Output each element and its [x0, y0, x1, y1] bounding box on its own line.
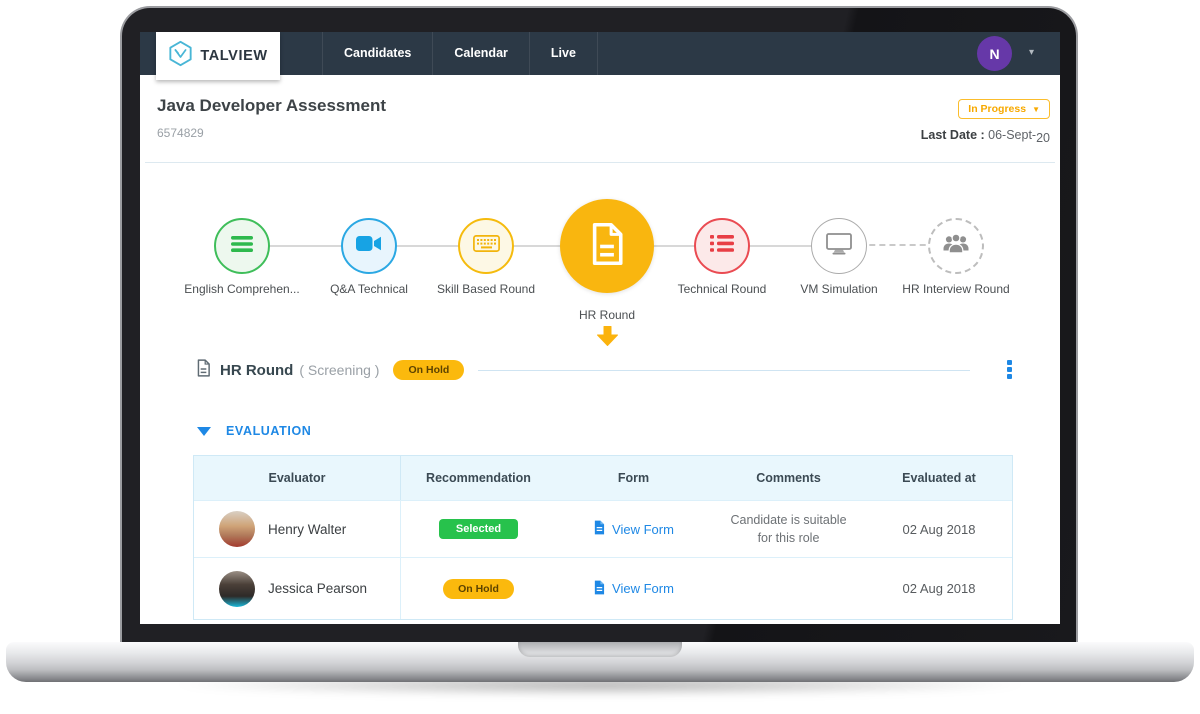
last-date-label: Last Date :	[921, 128, 985, 142]
round-title: HR Round	[220, 362, 293, 379]
last-date-value: 06-Sept-	[988, 128, 1036, 142]
step-label: Technical Round	[657, 282, 787, 296]
brand-name: TALVIEW	[200, 48, 267, 64]
evaluation-section-toggle[interactable]: EVALUATION	[197, 424, 311, 438]
nav-tabs: Candidates Calendar Live	[322, 32, 598, 75]
laptop-mockup: TALVIEW Candidates Calendar Live N ▾ Jav…	[0, 0, 1200, 714]
evaluator-avatar	[219, 511, 255, 547]
form-doc-icon	[593, 520, 605, 538]
table-row: Henry Walter Selected	[194, 500, 1012, 557]
step-hr-round-active[interactable]	[560, 199, 654, 293]
talview-hexagon-icon	[168, 40, 193, 72]
evaluated-at-date: 02 Aug 2018	[902, 522, 975, 537]
round-section-header: HR Round ( Screening ) On Hold	[196, 356, 970, 384]
document-outline-icon	[196, 359, 211, 382]
last-date: Last Date : 06-Sept-20	[921, 128, 1050, 142]
last-date-suffix: 20	[1036, 131, 1050, 145]
view-form-link[interactable]: View Form	[593, 580, 674, 598]
column-header-recommendation: Recommendation	[401, 471, 556, 485]
monitor-icon	[826, 233, 852, 260]
column-header-evaluated-at: Evaluated at	[866, 471, 1012, 485]
status-label: In Progress	[968, 103, 1026, 115]
nav-tab-candidates[interactable]: Candidates	[322, 32, 432, 75]
page-title: Java Developer Assessment	[157, 96, 386, 116]
table-row: Jessica Pearson On Hold	[194, 557, 1012, 619]
document-icon	[589, 222, 625, 271]
round-menu-kebab-icon[interactable]	[1005, 358, 1014, 381]
list-icon	[230, 235, 254, 258]
recommendation-badge: On Hold	[443, 579, 514, 599]
bullet-list-icon	[710, 234, 734, 258]
view-form-link[interactable]: View Form	[593, 520, 674, 538]
evaluation-table: Evaluator Recommendation Form Comments E…	[193, 455, 1013, 620]
nav-tab-calendar[interactable]: Calendar	[432, 32, 529, 75]
step-label: Skill Based Round	[421, 282, 551, 296]
round-divider-line	[478, 370, 970, 371]
evaluator-name: Jessica Pearson	[268, 581, 367, 596]
evaluator-avatar	[219, 571, 255, 607]
step-label: VM Simulation	[774, 282, 904, 296]
step-technical-round[interactable]	[694, 218, 750, 274]
table-header-row: Evaluator Recommendation Form Comments E…	[194, 456, 1012, 500]
step-label: English Comprehen...	[177, 282, 307, 296]
step-english-comprehension[interactable]	[214, 218, 270, 274]
laptop-notch	[518, 642, 682, 657]
evaluated-at-date: 02 Aug 2018	[902, 581, 975, 596]
recommendation-badge: Selected	[439, 519, 518, 539]
header-divider	[145, 162, 1055, 163]
step-label: HR Round	[542, 308, 672, 322]
evaluation-section-title: EVALUATION	[226, 424, 311, 438]
laptop-base	[6, 642, 1194, 682]
status-dropdown[interactable]: In Progress ▼	[958, 99, 1050, 119]
status-caret-icon: ▼	[1032, 105, 1040, 114]
step-label: Q&A Technical	[304, 282, 434, 296]
step-qa-technical[interactable]	[341, 218, 397, 274]
round-subtitle: ( Screening )	[299, 362, 379, 378]
column-header-form: Form	[556, 471, 711, 485]
assessment-id: 6574829	[157, 126, 204, 140]
evaluator-comments: Candidate is suitable for this role	[711, 511, 866, 547]
step-skill-based-round[interactable]	[458, 218, 514, 274]
step-hr-interview-round[interactable]	[928, 218, 984, 274]
video-camera-icon	[356, 235, 382, 257]
view-form-label: View Form	[612, 522, 674, 537]
column-header-comments: Comments	[711, 471, 866, 485]
people-icon	[941, 233, 971, 260]
step-label: HR Interview Round	[891, 282, 1021, 296]
keyboard-icon	[473, 235, 500, 257]
collapse-triangle-icon	[197, 427, 211, 436]
brand-logo[interactable]: TALVIEW	[156, 32, 280, 80]
user-menu-caret-icon[interactable]: ▾	[1029, 47, 1034, 58]
evaluator-name: Henry Walter	[268, 522, 346, 537]
nav-tab-live[interactable]: Live	[529, 32, 598, 75]
form-doc-icon	[593, 580, 605, 598]
view-form-label: View Form	[612, 581, 674, 596]
app-screen: TALVIEW Candidates Calendar Live N ▾ Jav…	[140, 32, 1060, 624]
active-step-arrow-icon	[596, 326, 619, 351]
column-header-evaluator: Evaluator	[194, 456, 401, 500]
user-avatar[interactable]: N	[977, 36, 1012, 71]
step-vm-simulation[interactable]	[811, 218, 867, 274]
round-status-badge: On Hold	[393, 360, 464, 380]
